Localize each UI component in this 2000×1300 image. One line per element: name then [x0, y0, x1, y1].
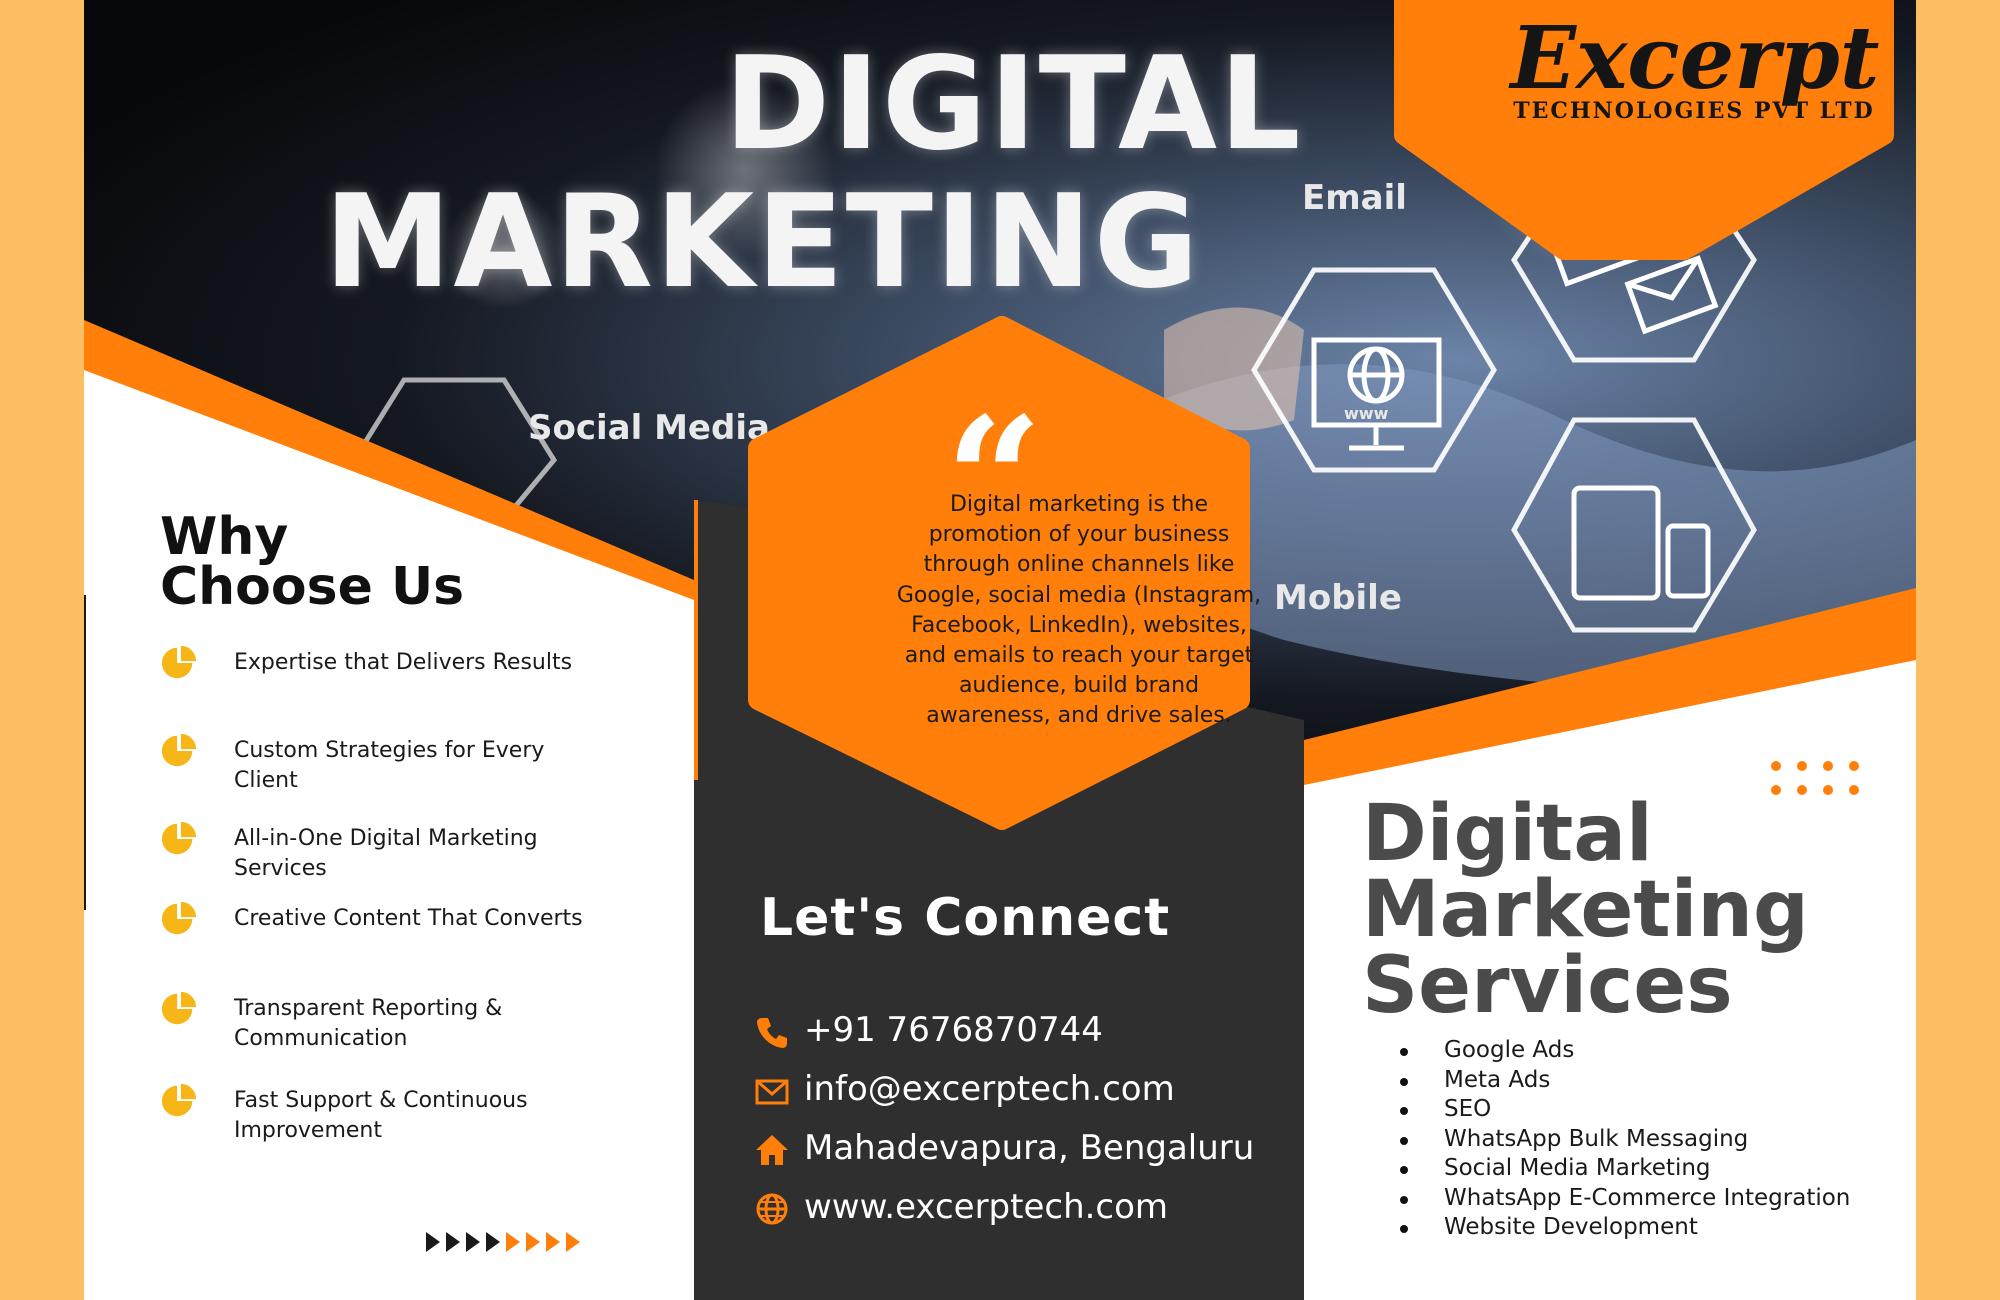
why-item: Fast Support & Continuous Improvement — [160, 1083, 600, 1156]
quote-text: Digital marketing is the promotion of yo… — [896, 492, 1262, 729]
service-item: Google Ads — [1400, 1036, 1850, 1066]
pie-chart-icon — [161, 645, 197, 679]
services-title-line3: Services — [1362, 941, 1733, 1031]
home-icon — [756, 1135, 788, 1165]
service-item: WhatsApp Bulk Messaging — [1400, 1125, 1850, 1155]
why-choose-us-title: Why Choose Us — [160, 511, 464, 613]
why-item: Creative Content That Converts — [160, 901, 600, 974]
why-item-label: Creative Content That Converts — [234, 906, 583, 931]
service-item: WhatsApp E-Commerce Integration — [1400, 1184, 1850, 1214]
service-item: Meta Ads — [1400, 1066, 1850, 1096]
arrow-strip-decoration — [426, 1232, 580, 1252]
website-link[interactable]: www.excerptech.com — [804, 1185, 1168, 1229]
pie-chart-icon — [161, 991, 197, 1025]
services-list: Google Ads Meta Ads SEO WhatsApp Bulk Me… — [1400, 1036, 1850, 1243]
logo-subtitle: TECHNOLOGIES PVT LTD — [1513, 98, 1875, 124]
why-item: Custom Strategies for Every Client — [160, 733, 600, 806]
phone-number[interactable]: +91 7676870744 — [804, 1008, 1103, 1052]
contact-email[interactable]: info@excerptech.com — [754, 1067, 1334, 1119]
address-text: Mahadevapura, Bengaluru — [804, 1128, 1255, 1168]
lets-connect-title: Let's Connect — [760, 888, 1171, 948]
contact-phone[interactable]: +91 7676870744 — [754, 1008, 1334, 1060]
globe-icon — [756, 1193, 788, 1225]
contact-address: Mahadevapura, Bengaluru — [754, 1126, 1334, 1178]
service-item: Website Development — [1400, 1213, 1850, 1243]
why-item-label: Expertise that Delivers Results — [234, 650, 573, 675]
why-item-label: Fast Support & Continuous Improvement — [234, 1088, 528, 1143]
pie-chart-icon — [161, 733, 197, 767]
pie-chart-icon — [161, 821, 197, 855]
why-item-label: Custom Strategies for Every Client — [234, 738, 545, 793]
why-item: Transparent Reporting & Communication — [160, 991, 600, 1064]
pie-chart-icon — [161, 1083, 197, 1117]
services-title: Digital Marketing Services — [1362, 795, 1809, 1025]
contact-website[interactable]: www.excerptech.com — [754, 1185, 1334, 1237]
flyer-canvas: DIGITAL MARKETING Email Social Media Mob… — [84, 0, 1916, 1300]
phone-icon — [757, 1018, 787, 1048]
why-item: Expertise that Delivers Results — [160, 645, 600, 718]
why-title-line2: Choose Us — [160, 557, 465, 617]
service-item: SEO — [1400, 1095, 1850, 1125]
pie-chart-icon — [161, 901, 197, 935]
why-item-label: Transparent Reporting & Communication — [234, 996, 503, 1051]
email-address[interactable]: info@excerptech.com — [804, 1067, 1175, 1111]
logo-wordmark: Excerpt — [1510, 8, 1880, 109]
why-item-label: All-in-One Digital Marketing Services — [234, 826, 538, 881]
mail-icon — [755, 1079, 789, 1105]
why-item: All-in-One Digital Marketing Services — [160, 821, 600, 894]
service-item: Social Media Marketing — [1400, 1154, 1850, 1184]
